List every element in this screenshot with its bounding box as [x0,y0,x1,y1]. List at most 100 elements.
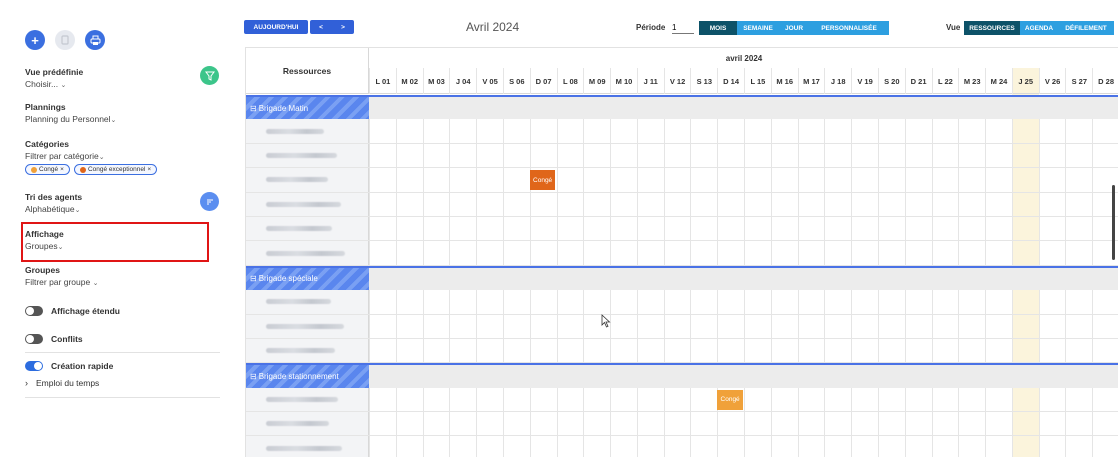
mouse-cursor-icon [601,314,611,328]
day-header: V 12 [663,68,691,94]
resource-name-cell[interactable] [246,290,369,314]
groups-value: Filtrer par groupe [25,277,91,287]
categories-section: Catégories Filtrer par catégorie⌄ Congé ×… [25,139,158,175]
resource-name-cell[interactable] [246,216,369,241]
resource-row[interactable] [246,412,1118,437]
groups-select[interactable]: Filtrer par groupe ⌄ [25,277,98,287]
resource-row[interactable] [246,436,1118,457]
chevron-down-icon: ⌄ [98,154,105,161]
divider [25,397,220,398]
category-color-dot [79,166,86,173]
tab-mois[interactable]: MOIS [699,21,737,35]
groups-title: Groupes [25,265,60,275]
schedule-expander[interactable]: › Emploi du temps [25,378,99,388]
sort-order-button[interactable] [200,192,219,211]
copy-button[interactable] [55,30,75,50]
resource-name-cell[interactable] [246,168,369,192]
category-color-dot [31,166,37,173]
toggle-quick-create[interactable]: Création rapide [25,361,113,371]
period-count-input[interactable] [672,22,694,34]
sort-select[interactable]: Alphabétique⌄ [25,204,82,214]
prev-button[interactable]: < [319,24,323,31]
toggle-switch[interactable] [25,361,43,371]
vertical-scrollbar[interactable] [1112,185,1115,260]
plannings-select[interactable]: Planning du Personnel⌄ [25,114,116,124]
tab-semaine[interactable]: SEMAINE [737,21,779,35]
day-header: L 15 [744,68,771,94]
group-row[interactable]: ⊟ Brigade Matin [246,95,1118,120]
group-header[interactable]: ⊟ Brigade stationnement [246,365,369,388]
resource-name-cell[interactable] [246,143,369,168]
plannings-value: Planning du Personnel [25,114,111,124]
day-header: S 27 [1065,68,1092,94]
tab-jour[interactable]: JOUR [779,21,809,35]
group-label: Brigade Matin [258,103,309,113]
toggle-switch[interactable] [25,306,43,316]
filter-button[interactable] [200,66,219,85]
day-header: J 25 [1011,68,1039,94]
chip-conge[interactable]: Congé × [25,164,70,175]
group-header[interactable]: ⊟ Brigade Matin [246,97,369,120]
resource-row[interactable] [246,192,1118,217]
day-header: M 24 [985,68,1012,94]
close-icon[interactable]: × [147,166,151,173]
resource-name-cell[interactable] [246,412,369,436]
toggle-label: Création rapide [51,361,114,371]
resource-row[interactable] [246,168,1118,193]
group-header[interactable]: ⊟ Brigade spéciale [246,267,369,291]
group-row[interactable]: ⊟ Brigade stationnement [246,363,1118,388]
close-icon[interactable]: × [60,166,64,173]
resource-row[interactable] [246,387,1118,413]
toggle-switch[interactable] [25,334,43,344]
redacted-name [266,421,329,427]
chevron-right-icon: › [25,378,28,388]
categories-select[interactable]: Filtrer par catégorie⌄ [25,151,157,161]
day-header: D 07 [529,68,557,94]
day-header: J 04 [449,68,476,94]
day-header: M 23 [958,68,985,94]
resource-name-cell[interactable] [246,241,369,265]
resource-name-cell[interactable] [246,119,369,143]
resource-row[interactable] [246,216,1118,242]
resource-row[interactable] [246,119,1118,144]
day-header: L 22 [931,68,959,94]
resources-header: Ressources [246,48,369,94]
resource-name-cell[interactable] [246,436,369,457]
resource-row[interactable] [246,338,1118,364]
resource-row[interactable] [246,314,1118,339]
next-button[interactable]: > [341,24,345,31]
collapse-icon[interactable]: ⊟ [250,274,257,283]
chevron-down-icon: ⌄ [110,117,117,124]
tab-agenda[interactable]: AGENDA [1020,21,1058,35]
tab-defilement[interactable]: DÉFILEMENT [1058,21,1114,35]
collapse-icon[interactable]: ⊟ [250,104,257,113]
calendar-toolbar: AUJOURD'HUI < > Avril 2024 Période MOIS … [244,20,1118,38]
chip-conge-exceptionnel[interactable]: Congé exceptionnel × [73,164,158,175]
day-header: D 14 [717,68,744,94]
group-row[interactable]: ⊟ Brigade spéciale [246,265,1118,291]
resource-name-cell[interactable] [246,192,369,216]
toggle-label: Affichage étendu [51,306,120,316]
event-block[interactable]: Congé [529,170,556,191]
resource-name-cell[interactable] [246,314,369,338]
resource-name-cell[interactable] [246,387,369,412]
nav-buttons: < > [310,20,354,34]
today-button[interactable]: AUJOURD'HUI [244,20,308,34]
resource-name-cell[interactable] [246,338,369,363]
redacted-name [266,201,341,207]
predefined-view-select[interactable]: Choisir... ⌄ [25,79,83,89]
tab-ressources[interactable]: RESSOURCES [964,21,1020,35]
resource-row[interactable] [246,143,1118,169]
print-button[interactable] [85,30,105,50]
toggle-conflicts[interactable]: Conflits [25,334,83,344]
resource-row[interactable] [246,241,1118,266]
resource-row[interactable] [246,290,1118,315]
predefined-view-section: Vue prédéfinie Choisir... ⌄ [25,67,83,89]
event-block[interactable]: Congé [717,389,743,410]
tab-personnalisee[interactable]: PERSONNALISÉE [809,21,889,35]
toggle-extended-display[interactable]: Affichage étendu [25,306,120,316]
collapse-icon[interactable]: ⊟ [250,372,257,381]
add-button[interactable]: + [25,30,45,50]
days-header: L 01 M 02 M 03 J 04 V 05 S 06 D 07 L 08 M 09 M 10… [369,68,1118,94]
month-header: avril 2024 [725,53,763,63]
